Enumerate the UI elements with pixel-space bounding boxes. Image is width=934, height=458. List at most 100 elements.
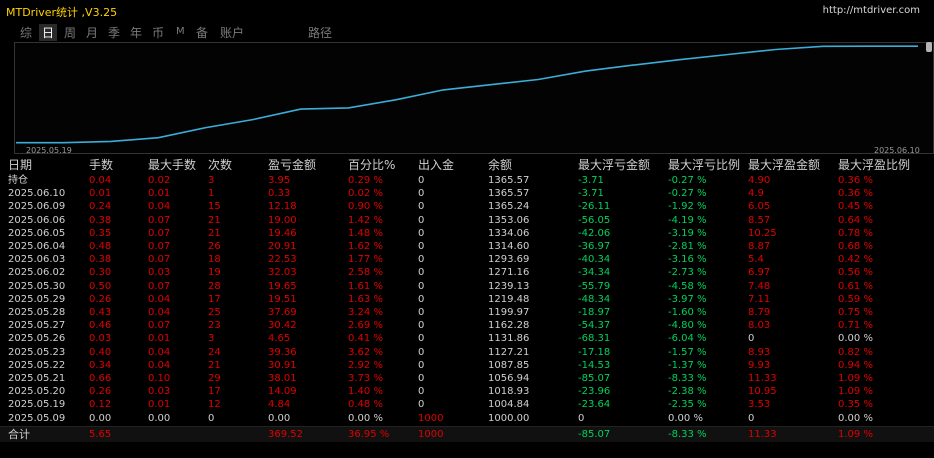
cell-max-float-profit-pct: 0.36 % bbox=[838, 188, 873, 200]
cell-lots: 0.48 bbox=[89, 241, 112, 252]
tab-notes[interactable]: 备 bbox=[196, 24, 208, 41]
cell-deposit: 0 bbox=[418, 214, 425, 226]
column-header-deposit[interactable]: 出入金 bbox=[418, 158, 454, 173]
cell-pnl: 22.53 bbox=[268, 254, 297, 266]
cell-balance: 1239.13 bbox=[488, 280, 530, 292]
cell-max-float-loss: -3.71 bbox=[578, 188, 604, 200]
table-row[interactable]: 2025.05.20 0.26 0.03 17 14.09 1.40 % 0 1018.93 -… bbox=[0, 385, 934, 398]
cell-max-float-profit: 10.95 bbox=[748, 386, 777, 398]
table-row[interactable]: 2025.06.03 0.38 0.07 18 22.53 1.77 % 0 1293.69 -… bbox=[0, 253, 934, 266]
cell-balance: 1131.86 bbox=[488, 333, 530, 345]
cell-lots: 0.24 bbox=[89, 201, 112, 213]
cell-balance: 1271.16 bbox=[488, 267, 530, 279]
website-link[interactable]: http://mtdriver.com bbox=[823, 5, 920, 16]
table-row[interactable]: 2025.06.09 0.24 0.04 15 12.18 0.90 % 0 1365.24 -… bbox=[0, 200, 934, 213]
column-header-pnl[interactable]: 盈亏金额 bbox=[268, 158, 316, 173]
cell-max-float-loss: -40.34 bbox=[578, 254, 611, 266]
title-bar: MTDriver统计 ,V3.25 http://mtdriver.com bbox=[0, 0, 934, 22]
column-header-max-float-loss[interactable]: 最大浮亏金额 bbox=[578, 158, 650, 173]
cell-max-lots: 0.07 bbox=[148, 280, 171, 292]
table-row[interactable]: 2025.05.26 0.03 0.01 3 4.65 0.41 % 0 1131.86 -68… bbox=[0, 332, 934, 345]
cell-deposit: 0 bbox=[418, 267, 425, 279]
table-row[interactable]: 2025.06.05 0.35 0.07 21 19.46 1.48 % 0 1334.06 -… bbox=[0, 227, 934, 240]
total-max-float-profit: 11.33 bbox=[748, 428, 777, 440]
cell-deposit: 0 bbox=[418, 359, 425, 371]
cell-count: 19 bbox=[208, 267, 221, 279]
cell-max-float-loss-pct: -0.27 % bbox=[668, 188, 707, 200]
cell-max-float-profit-pct: 0.00 % bbox=[838, 333, 873, 345]
column-header-max-float-profit[interactable]: 最大浮盈金额 bbox=[748, 158, 820, 173]
chart-scroll-handle[interactable] bbox=[926, 42, 932, 52]
cell-lots: 0.26 bbox=[89, 293, 112, 305]
total-max-float-loss-pct: -8.33 % bbox=[668, 428, 707, 440]
column-header-date[interactable]: 日期 bbox=[8, 158, 32, 173]
table-row[interactable]: 2025.05.21 0.66 0.10 29 38.01 3.73 % 0 1056.94 -… bbox=[0, 372, 934, 385]
cell-deposit: 0 bbox=[418, 254, 425, 266]
column-header-lots[interactable]: 手数 bbox=[89, 158, 113, 173]
column-header-pct[interactable]: 百分比% bbox=[348, 158, 395, 173]
table-row[interactable]: 2025.05.19 0.12 0.01 12 4.84 0.48 % 0 1004.84 -2… bbox=[0, 398, 934, 411]
table-row[interactable]: 2025.05.28 0.43 0.04 25 37.69 3.24 % 0 1199.97 -… bbox=[0, 306, 934, 319]
cell-deposit: 0 bbox=[418, 280, 425, 292]
tab-daily[interactable]: 日 bbox=[39, 24, 58, 41]
cell-max-float-loss-pct: -2.81 % bbox=[668, 241, 707, 252]
cell-max-lots: 0.04 bbox=[148, 359, 171, 371]
tab-currency[interactable]: 币 bbox=[152, 24, 164, 41]
cell-deposit: 0 bbox=[418, 320, 425, 332]
cell-pnl: 3.95 bbox=[268, 175, 291, 186]
column-header-max-lots[interactable]: 最大手数 bbox=[148, 158, 196, 173]
cell-max-float-profit: 8.87 bbox=[748, 241, 771, 252]
cell-lots: 0.35 bbox=[89, 227, 112, 239]
cell-max-float-loss-pct: -3.16 % bbox=[668, 254, 707, 266]
cell-max-float-loss: -14.53 bbox=[578, 359, 611, 371]
tab-quarterly[interactable]: 季 bbox=[108, 24, 120, 41]
cell-pct: 1.42 % bbox=[348, 214, 383, 226]
cell-max-lots: 0.04 bbox=[148, 201, 171, 213]
column-header-count[interactable]: 次数 bbox=[208, 158, 232, 173]
tab-m[interactable]: M bbox=[176, 26, 185, 37]
table-row[interactable]: 2025.06.10 0.01 0.01 1 0.33 0.02 % 0 1365.57 -3.… bbox=[0, 187, 934, 200]
cell-balance: 1000.00 bbox=[488, 412, 530, 424]
table-row[interactable]: 2025.06.06 0.38 0.07 21 19.00 1.42 % 0 1353.06 -… bbox=[0, 214, 934, 227]
cell-max-float-profit-pct: 0.45 % bbox=[838, 201, 873, 213]
cell-count: 17 bbox=[208, 293, 221, 305]
cell-count: 1 bbox=[208, 188, 215, 200]
column-header-max-float-loss-pct[interactable]: 最大浮亏比例 bbox=[668, 158, 740, 173]
table-row[interactable]: 持仓 0.04 0.02 3 3.95 0.29 % 0 1365.57 -3.71 -0.27 … bbox=[0, 174, 934, 187]
table-row[interactable]: 2025.05.27 0.46 0.07 23 30.42 2.69 % 0 1162.28 -… bbox=[0, 319, 934, 332]
cell-balance: 1365.24 bbox=[488, 201, 530, 213]
equity-line bbox=[16, 45, 918, 144]
table-row[interactable]: 2025.06.04 0.48 0.07 26 20.91 1.62 % 0 1314.60 -… bbox=[0, 240, 934, 253]
cell-max-float-loss: -56.05 bbox=[578, 214, 611, 226]
tab-weekly[interactable]: 周 bbox=[64, 24, 76, 41]
cell-max-float-loss-pct: -0.27 % bbox=[668, 175, 707, 186]
cell-balance: 1293.69 bbox=[488, 254, 530, 266]
cell-pnl: 37.69 bbox=[268, 307, 297, 318]
cell-lots: 0.30 bbox=[89, 267, 112, 279]
tab-account[interactable]: 账户 bbox=[220, 24, 244, 41]
cell-max-float-loss-pct: -2.35 % bbox=[668, 399, 707, 411]
column-header-max-float-profit-pct[interactable]: 最大浮盈比例 bbox=[838, 158, 910, 173]
cell-deposit: 0 bbox=[418, 201, 425, 213]
cell-deposit: 0 bbox=[418, 188, 425, 200]
cell-count: 17 bbox=[208, 386, 221, 398]
cell-deposit: 0 bbox=[418, 373, 425, 384]
table-row[interactable]: 2025.05.23 0.40 0.04 24 39.36 3.62 % 0 1127.21 -… bbox=[0, 346, 934, 359]
cell-max-float-profit: 8.79 bbox=[748, 307, 771, 318]
table-row[interactable]: 2025.05.22 0.34 0.04 21 30.91 2.92 % 0 1087.85 -… bbox=[0, 359, 934, 372]
table-row[interactable]: 2025.06.02 0.30 0.03 19 32.03 2.58 % 0 1271.16 -… bbox=[0, 266, 934, 279]
cell-balance: 1219.48 bbox=[488, 293, 530, 305]
cell-max-float-loss: -26.11 bbox=[578, 201, 611, 213]
tab-summary[interactable]: 综 bbox=[20, 24, 32, 41]
tab-monthly[interactable]: 月 bbox=[86, 24, 98, 41]
cell-deposit: 0 bbox=[418, 307, 425, 318]
tab-yearly[interactable]: 年 bbox=[130, 24, 142, 41]
cell-pnl: 0.33 bbox=[268, 188, 291, 200]
column-header-balance[interactable]: 余额 bbox=[488, 158, 512, 173]
cell-max-float-loss: -36.97 bbox=[578, 241, 611, 252]
tab-path[interactable]: 路径 bbox=[308, 24, 332, 41]
table-row[interactable]: 2025.05.09 0.00 0.00 0 0.00 0.00 % 1000 1000.00… bbox=[0, 412, 934, 425]
table-row[interactable]: 2025.05.29 0.26 0.04 17 19.51 1.63 % 0 1219.48 -… bbox=[0, 293, 934, 306]
cell-pct: 0.29 % bbox=[348, 175, 383, 186]
table-row[interactable]: 2025.05.30 0.50 0.07 28 19.65 1.61 % 0 1239.13 -… bbox=[0, 280, 934, 293]
